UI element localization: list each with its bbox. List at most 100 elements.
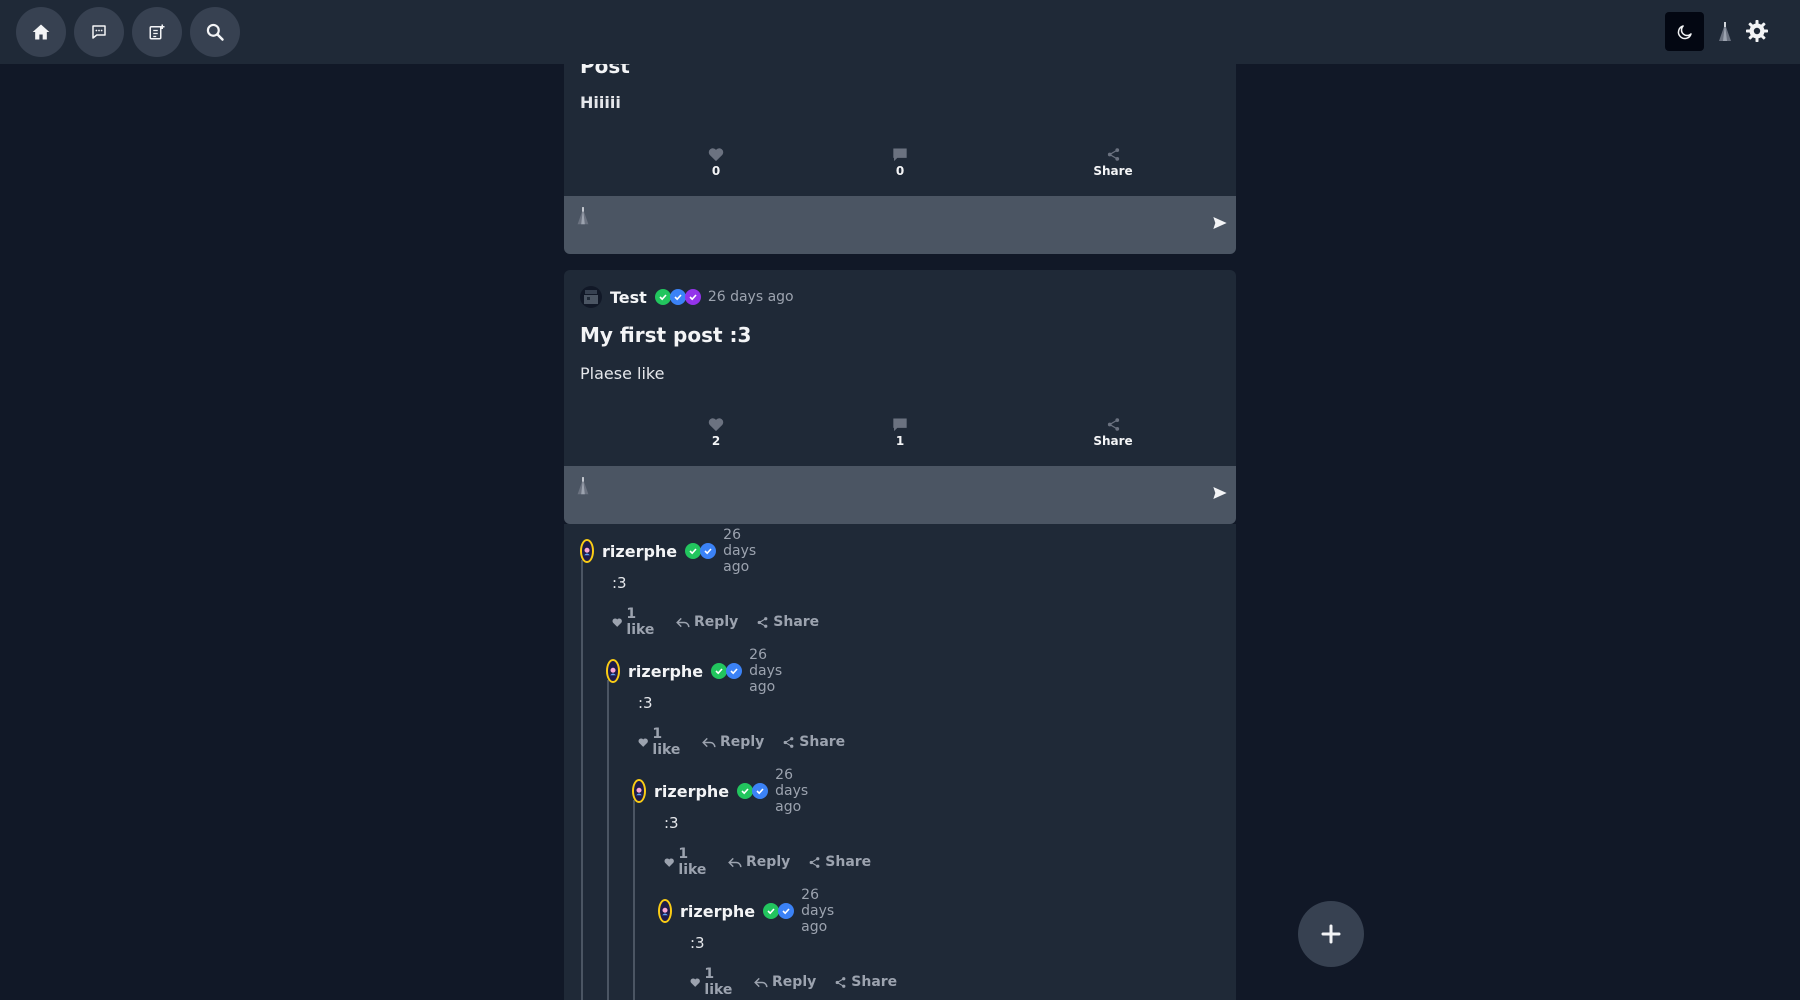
- blue-check-badge-icon: [669, 289, 686, 305]
- avatar[interactable]: [580, 286, 602, 308]
- avatar[interactable]: [632, 779, 647, 803]
- share-button[interactable]: Share: [1083, 417, 1143, 448]
- share-icon: [835, 976, 846, 988]
- messages-button[interactable]: [74, 7, 124, 57]
- comment-timestamp: 26 days ago: [775, 767, 809, 815]
- search-button[interactable]: [190, 7, 240, 57]
- comment-share-button[interactable]: Share: [834, 966, 897, 998]
- comment-like-button[interactable]: 1 like: [612, 606, 658, 638]
- post-body: Plaese like: [580, 364, 665, 383]
- avatar-image: [584, 290, 598, 304]
- green-check-badge-icon: [654, 289, 671, 305]
- home-icon: [32, 24, 50, 40]
- reply-label: Reply: [720, 734, 765, 750]
- comment-text: :3: [638, 694, 653, 712]
- verification-badges: [654, 289, 701, 305]
- comment-share-button[interactable]: Share: [782, 726, 845, 758]
- avatar[interactable]: [580, 539, 595, 563]
- author-name[interactable]: Test: [610, 288, 647, 307]
- thread-line: [607, 680, 609, 1000]
- comment-like-button[interactable]: 1 like: [638, 726, 684, 758]
- comment-count: 0: [895, 164, 905, 178]
- like-count: 1 like: [652, 726, 681, 758]
- moon-icon: [1677, 24, 1692, 39]
- share-icon: [783, 736, 794, 748]
- reply-icon: [702, 737, 716, 747]
- like-count: 1 like: [626, 606, 655, 638]
- avatar: [577, 207, 589, 225]
- comment-input[interactable]: [604, 208, 1188, 244]
- reply-button[interactable]: Reply: [676, 606, 738, 638]
- comment-share-button[interactable]: Share: [756, 606, 819, 638]
- green-check-badge-icon: [685, 543, 702, 559]
- send-icon[interactable]: [1212, 485, 1228, 501]
- purple-check-badge-icon: [684, 289, 701, 305]
- verification-badges: [763, 903, 795, 919]
- theme-toggle-button[interactable]: [1665, 12, 1704, 51]
- top-navigation-bar: [0, 0, 1800, 64]
- comment-author[interactable]: rizerphe: [628, 662, 703, 681]
- avatar[interactable]: [658, 899, 673, 923]
- green-check-badge-icon: [763, 903, 780, 919]
- chat-icon: [92, 25, 106, 39]
- share-button[interactable]: Share: [1083, 147, 1143, 178]
- post-card: Test 26 days ago My first post :3 Plaese…: [564, 270, 1236, 466]
- share-label: Share: [825, 854, 872, 870]
- post-timestamp: 26 days ago: [707, 289, 794, 305]
- send-icon[interactable]: [1212, 215, 1228, 231]
- comment-share-button[interactable]: Share: [808, 846, 871, 878]
- like-button[interactable]: 2: [686, 417, 746, 448]
- new-post-button[interactable]: [132, 7, 182, 57]
- comment-timestamp: 26 days ago: [749, 647, 783, 695]
- comment-author[interactable]: rizerphe: [654, 782, 729, 801]
- search-icon: [206, 23, 224, 41]
- gear-icon: [1746, 20, 1768, 42]
- heart-icon: [612, 617, 622, 627]
- like-count: 0: [711, 164, 721, 178]
- comment-like-button[interactable]: 1 like: [690, 966, 736, 998]
- comment-button[interactable]: 1: [870, 417, 930, 448]
- avatar: [577, 477, 589, 495]
- post-feed: Post Hiiiii 0 0 Share Test 26 days ago M…: [564, 0, 1236, 1000]
- comment-timestamp: 26 days ago: [801, 887, 835, 935]
- share-icon: [1107, 148, 1119, 161]
- share-label: Share: [799, 734, 846, 750]
- reply-icon: [676, 617, 690, 627]
- comment-author[interactable]: rizerphe: [602, 542, 677, 561]
- avatar: [1719, 22, 1731, 41]
- share-icon: [809, 856, 820, 868]
- share-label: Share: [773, 614, 820, 630]
- comment-button[interactable]: 0: [870, 147, 930, 178]
- verification-badges: [737, 783, 769, 799]
- new-post-icon: [149, 24, 165, 40]
- comment-timestamp: 26 days ago: [723, 527, 757, 575]
- blue-check-badge-icon: [752, 783, 769, 799]
- reply-label: Reply: [772, 974, 817, 990]
- settings-button[interactable]: [1744, 18, 1770, 44]
- comment-icon: [893, 418, 907, 432]
- like-count: 2: [711, 434, 721, 448]
- comment-composer: [564, 466, 1236, 524]
- reply-button[interactable]: Reply: [754, 966, 816, 998]
- reply-button[interactable]: Reply: [702, 726, 764, 758]
- home-button[interactable]: [16, 7, 66, 57]
- heart-icon: [638, 737, 648, 747]
- comment-author[interactable]: rizerphe: [680, 902, 755, 921]
- avatar[interactable]: [606, 659, 621, 683]
- reply-button[interactable]: Reply: [728, 846, 790, 878]
- post-author-row: Test 26 days ago: [580, 285, 794, 309]
- comment-like-button[interactable]: 1 like: [664, 846, 710, 878]
- blue-check-badge-icon: [778, 903, 795, 919]
- heart-icon: [664, 857, 674, 867]
- like-button[interactable]: 0: [686, 147, 746, 178]
- comment-input[interactable]: [604, 478, 1188, 514]
- green-check-badge-icon: [711, 663, 728, 679]
- comment-composer: [564, 196, 1236, 254]
- comment-text: :3: [690, 934, 705, 952]
- comment-thread: rizerphe 26 days ago :3 1 like Reply Sha…: [564, 524, 1236, 1000]
- user-avatar-button[interactable]: [1715, 22, 1735, 44]
- share-icon: [757, 616, 768, 628]
- create-post-fab[interactable]: [1298, 901, 1364, 967]
- share-icon: [1107, 418, 1119, 431]
- post-title: My first post :3: [580, 323, 752, 347]
